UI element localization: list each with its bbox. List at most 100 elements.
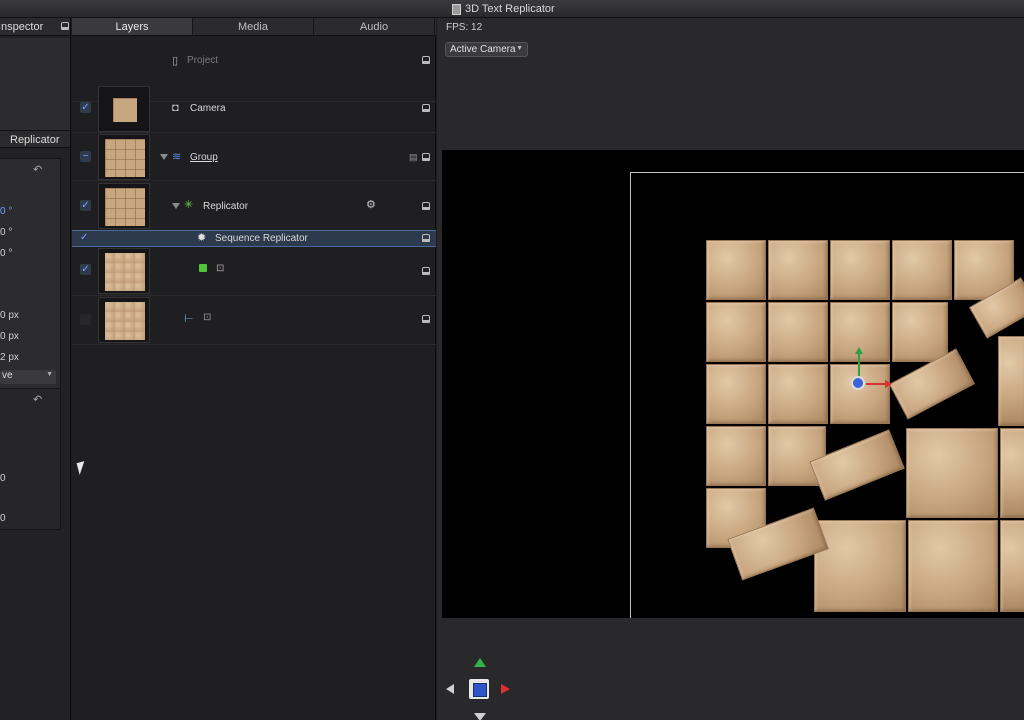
inspector-header: Inspector: [0, 18, 70, 36]
canvas-area: FPS: 12 Active Camera ▼: [437, 18, 1024, 720]
text-block: [768, 240, 828, 300]
tab-media[interactable]: Media: [193, 18, 314, 35]
layers-panel: Layers Media Audio ▯ Project ✓ ◘ Camera …: [72, 18, 436, 720]
nav-up-icon[interactable]: [474, 658, 486, 667]
view-cube-icon[interactable]: [469, 679, 489, 699]
nav-left-icon[interactable]: [446, 684, 454, 694]
camera-icon: ◘: [172, 102, 179, 114]
text-block: [1000, 428, 1024, 518]
layer-checkbox[interactable]: ✓: [80, 102, 91, 113]
nav-right-icon[interactable]: [501, 684, 510, 694]
text-block: [1000, 520, 1024, 612]
text-block: [892, 302, 948, 362]
project-icon: ▯: [172, 55, 179, 67]
text-block: [908, 520, 998, 612]
x-axis-handle[interactable]: [866, 383, 886, 385]
inspector-preview: [0, 38, 70, 138]
param-value[interactable]: 0 °: [0, 248, 12, 259]
layer-row-disabled[interactable]: ⊢ ⊡: [72, 296, 436, 345]
inspector-title: Inspector: [0, 21, 44, 33]
camera-rig-icon: ⊢: [184, 313, 194, 325]
layer-name: Replicator: [203, 201, 249, 212]
undo-icon[interactable]: ↶: [33, 393, 42, 406]
text-block: [906, 428, 998, 518]
nav-down-icon[interactable]: [474, 713, 486, 720]
text-block: [706, 426, 766, 486]
tab-layers[interactable]: Layers: [72, 18, 193, 35]
chevron-down-icon: ▼: [46, 371, 53, 378]
disclosure-triangle-icon[interactable]: [172, 203, 180, 209]
lock-icon[interactable]: [422, 267, 430, 275]
lock-icon[interactable]: [422, 315, 430, 323]
layer-thumbnail: [98, 134, 150, 180]
lock-icon[interactable]: [422, 234, 430, 242]
param-value[interactable]: 0 px: [0, 331, 19, 342]
layer-checkbox[interactable]: [80, 314, 91, 325]
layer-checkbox[interactable]: ✓: [80, 200, 91, 211]
tab-audio[interactable]: Audio: [314, 18, 435, 35]
text-block: [706, 364, 766, 424]
layers-tabs: Layers Media Audio: [72, 18, 436, 36]
layer-name: Project: [187, 55, 219, 66]
window-title-text: 3D Text Replicator: [465, 3, 555, 15]
viewport[interactable]: [442, 150, 1024, 618]
lock-icon[interactable]: [422, 153, 430, 161]
camera-popup[interactable]: Active Camera ▼: [445, 42, 528, 57]
document-icon: [452, 3, 461, 15]
replicator-params-panel: ↶ 0 ° 0 ° 0 ° 0 px 0 px 2 px: [0, 158, 61, 390]
layer-thumbnail: [98, 183, 150, 229]
x-axis-arrow-icon[interactable]: [885, 380, 892, 388]
undo-icon[interactable]: ↶: [33, 163, 42, 176]
y-axis-handle[interactable]: [858, 354, 860, 378]
tab-replicator-label: Replicator: [10, 134, 60, 146]
text-block: [830, 364, 890, 424]
param-value[interactable]: 0: [0, 473, 6, 484]
layer-thumbnail: [98, 248, 150, 294]
mask-icon: ⊡: [216, 263, 225, 274]
layer-name: Camera: [190, 103, 226, 114]
text-block: [768, 302, 828, 362]
layer-row-group[interactable]: − ≋ Group ▤: [72, 133, 436, 181]
param-value[interactable]: 2 px: [0, 352, 19, 363]
param-value[interactable]: 0: [0, 513, 6, 524]
layer-name: Sequence Replicator: [215, 233, 308, 244]
fps-readout: FPS: 12: [446, 22, 483, 33]
layer-row-text[interactable]: ✓ ⊡: [72, 247, 436, 296]
text-block: [892, 240, 952, 300]
text-block: [814, 520, 906, 612]
lock-icon[interactable]: [422, 104, 430, 112]
params-subpanel: ↶ 0 0: [0, 388, 61, 530]
layer-checkbox[interactable]: −: [80, 151, 91, 162]
param-popup[interactable]: ve ▼: [0, 370, 56, 384]
tab-replicator[interactable]: Replicator: [0, 130, 70, 148]
anchor-point-handle[interactable]: [851, 376, 865, 390]
lock-icon[interactable]: [422, 202, 430, 210]
y-axis-arrow-icon[interactable]: [855, 347, 863, 354]
motion-app-window: 3D Text Replicator Inspector Replicator …: [0, 0, 1024, 720]
text-block: [998, 336, 1024, 426]
lock-icon[interactable]: [422, 56, 430, 64]
check-icon[interactable]: ✓: [80, 232, 88, 244]
title-bar: 3D Text Replicator: [0, 0, 1024, 18]
group-badge-icon: ▤: [409, 152, 418, 162]
text-block: [706, 240, 766, 300]
param-value[interactable]: 0 °: [0, 227, 12, 238]
layer-row-sequence-replicator[interactable]: ✓ ✹ Sequence Replicator: [72, 230, 436, 247]
param-popup-value: ve: [2, 370, 13, 381]
layer-row-camera[interactable]: ✓ ◘ Camera: [72, 85, 436, 133]
param-value[interactable]: 0 px: [0, 310, 19, 321]
layer-checkbox[interactable]: ✓: [80, 264, 91, 275]
gear-icon[interactable]: ⚙: [366, 199, 376, 211]
camera-popup-label: Active Camera: [450, 44, 516, 55]
layer-row-replicator[interactable]: ✓ ✳ Replicator ⚙: [72, 181, 436, 231]
sequence-replicator-icon: ✹: [197, 232, 207, 244]
group-icon: ≋: [172, 151, 182, 163]
mask-icon: ⊡: [203, 312, 212, 323]
inspector-panel: Inspector Replicator ↶ 0 ° 0 ° 0 ° 0 px …: [0, 18, 71, 720]
color-swatch-icon: [199, 264, 207, 272]
chevron-down-icon: ▼: [516, 45, 523, 52]
disclosure-triangle-icon[interactable]: [160, 154, 168, 160]
layer-name: Group: [190, 152, 218, 163]
lock-icon[interactable]: [61, 22, 69, 30]
param-value[interactable]: 0 °: [0, 206, 12, 217]
